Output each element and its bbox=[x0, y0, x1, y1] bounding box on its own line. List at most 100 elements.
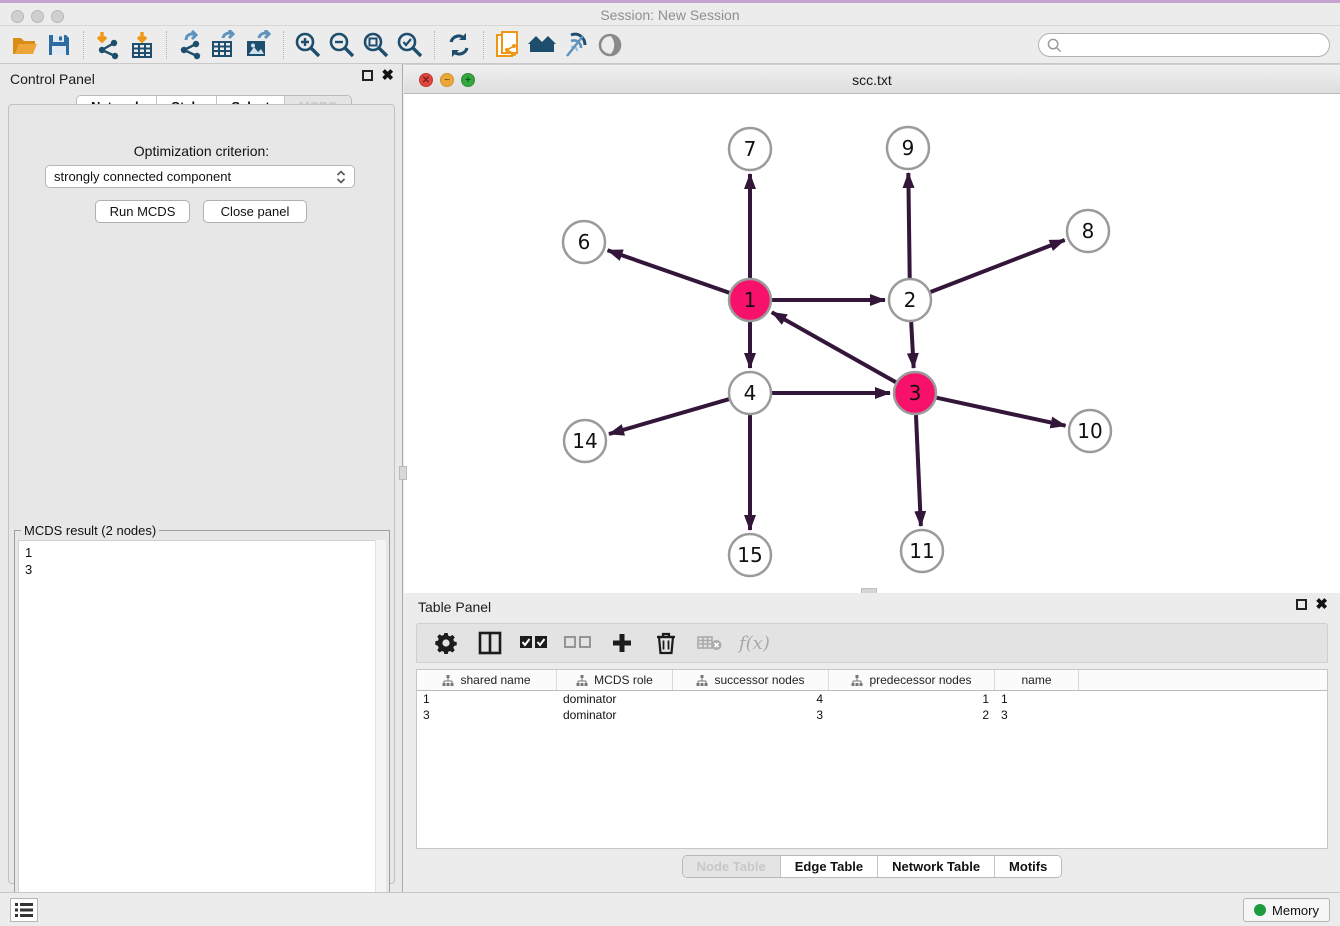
graph-node-label-6: 6 bbox=[578, 230, 591, 254]
table-row[interactable]: 1 dominator 4 1 1 bbox=[417, 691, 1327, 707]
os-titlebar: Session: New Session bbox=[0, 3, 1340, 26]
show-column-panel-icon[interactable] bbox=[475, 628, 505, 658]
graph-node-label-8: 8 bbox=[1082, 219, 1095, 243]
fx-label: f(x) bbox=[739, 633, 770, 654]
graph-node-label-3: 3 bbox=[909, 381, 922, 405]
cell-shared-name[interactable]: 1 bbox=[417, 692, 557, 706]
tab-motifs[interactable]: Motifs bbox=[995, 856, 1061, 877]
control-panel-title: Control Panel bbox=[10, 71, 95, 87]
column-header-shared-name[interactable]: shared name bbox=[417, 670, 557, 690]
zoom-out-icon[interactable] bbox=[325, 29, 359, 61]
column-header-predecessor-nodes[interactable]: predecessor nodes bbox=[829, 670, 995, 690]
close-panel-button[interactable]: Close panel bbox=[203, 200, 307, 223]
column-type-icon bbox=[696, 675, 708, 686]
result-scrollbar[interactable] bbox=[375, 540, 386, 898]
session-title: Session: New Session bbox=[0, 7, 1340, 23]
zoom-fit-icon[interactable] bbox=[359, 29, 393, 61]
graph-node-label-2: 2 bbox=[904, 288, 917, 312]
table-row[interactable]: 3 dominator 3 2 3 bbox=[417, 707, 1327, 723]
tab-edge-table[interactable]: Edge Table bbox=[781, 856, 878, 877]
refresh-layout-icon[interactable] bbox=[442, 29, 476, 61]
delete-table-icon[interactable] bbox=[695, 628, 725, 658]
status-bar: Memory bbox=[0, 892, 1340, 926]
hide-details-icon[interactable] bbox=[559, 29, 593, 61]
column-type-icon bbox=[851, 675, 863, 686]
function-builder-icon[interactable]: f(x) bbox=[739, 628, 770, 658]
cell-name[interactable]: 1 bbox=[995, 692, 1079, 706]
birdseye-view-icon[interactable] bbox=[593, 29, 627, 61]
mcds-result-group: MCDS result (2 nodes) 1 3 bbox=[14, 530, 390, 902]
graph-edge-1-6[interactable] bbox=[608, 250, 730, 292]
close-table-panel-icon[interactable]: ✖ bbox=[1315, 599, 1328, 610]
network-window-title: scc.txt bbox=[404, 72, 1340, 88]
import-network-icon[interactable] bbox=[91, 29, 125, 61]
table-header-row: shared name MCDS role successor nodes pr… bbox=[417, 670, 1327, 691]
close-panel-icon[interactable]: ✖ bbox=[381, 70, 394, 81]
home-view-icon[interactable] bbox=[525, 29, 559, 61]
export-image-icon[interactable] bbox=[242, 29, 276, 61]
column-type-icon bbox=[442, 675, 454, 686]
create-column-plus-icon[interactable] bbox=[607, 628, 637, 658]
cell-shared-name[interactable]: 3 bbox=[417, 708, 557, 722]
application-window: Session: New Session bbox=[0, 0, 1340, 926]
search-input[interactable] bbox=[1062, 35, 1329, 55]
list-icon bbox=[15, 903, 33, 917]
float-panel-icon[interactable] bbox=[362, 70, 373, 81]
criterion-dropdown[interactable]: strongly connected component bbox=[45, 165, 355, 188]
delete-column-trash-icon[interactable] bbox=[651, 628, 681, 658]
graph-edge-3-1[interactable] bbox=[772, 312, 896, 382]
duplicate-network-icon[interactable] bbox=[491, 29, 525, 61]
cell-mcds-role[interactable]: dominator bbox=[557, 708, 673, 722]
vertical-split-handle[interactable] bbox=[399, 466, 407, 480]
tab-node-table[interactable]: Node Table bbox=[683, 856, 781, 877]
export-network-icon[interactable] bbox=[174, 29, 208, 61]
graph-node-label-10: 10 bbox=[1077, 419, 1102, 443]
node-table[interactable]: shared name MCDS role successor nodes pr… bbox=[416, 669, 1328, 849]
network-canvas[interactable]: 7968124314101511 bbox=[404, 94, 1340, 593]
graph-edge-2-9[interactable] bbox=[908, 173, 909, 278]
graph-edge-2-3[interactable] bbox=[911, 322, 913, 368]
table-settings-gear-icon[interactable] bbox=[431, 628, 461, 658]
zoom-in-icon[interactable] bbox=[291, 29, 325, 61]
graph-edge-3-11[interactable] bbox=[916, 415, 921, 526]
select-all-columns-icon[interactable] bbox=[519, 628, 549, 658]
network-window-titlebar: ✕ − + scc.txt bbox=[404, 64, 1340, 94]
graph-edge-2-8[interactable] bbox=[931, 240, 1065, 292]
cell-predecessor-nodes[interactable]: 2 bbox=[829, 708, 995, 722]
cell-predecessor-nodes[interactable]: 1 bbox=[829, 692, 995, 706]
optimization-criterion-label: Optimization criterion: bbox=[9, 143, 394, 159]
cell-name[interactable]: 3 bbox=[995, 708, 1079, 722]
mcds-result-text[interactable]: 1 3 bbox=[18, 540, 386, 898]
float-table-panel-icon[interactable] bbox=[1296, 599, 1307, 610]
open-folder-icon[interactable] bbox=[8, 29, 42, 61]
network-graph: 7968124314101511 bbox=[404, 94, 1340, 593]
cell-mcds-role[interactable]: dominator bbox=[557, 692, 673, 706]
cell-successor-nodes[interactable]: 4 bbox=[673, 692, 829, 706]
zoom-selected-icon[interactable] bbox=[393, 29, 427, 61]
column-header-successor-nodes[interactable]: successor nodes bbox=[673, 670, 829, 690]
chevron-up-down-icon bbox=[336, 169, 346, 185]
column-header-name[interactable]: name bbox=[995, 670, 1079, 690]
run-mcds-button[interactable]: Run MCDS bbox=[95, 200, 190, 223]
memory-label: Memory bbox=[1272, 903, 1319, 918]
graph-edge-3-10[interactable] bbox=[936, 398, 1065, 426]
toolbar-separator bbox=[83, 31, 84, 59]
graph-node-label-15: 15 bbox=[737, 543, 762, 567]
memory-button[interactable]: Memory bbox=[1243, 898, 1330, 922]
graph-node-label-9: 9 bbox=[902, 136, 915, 160]
export-table-icon[interactable] bbox=[208, 29, 242, 61]
cell-successor-nodes[interactable]: 3 bbox=[673, 708, 829, 722]
task-history-button[interactable] bbox=[10, 898, 38, 922]
network-view-window: ✕ − + scc.txt 7968124314101511 bbox=[404, 64, 1340, 593]
graph-edge-4-14[interactable] bbox=[609, 399, 729, 434]
mcds-tab-content: Optimization criterion: strongly connect… bbox=[8, 104, 395, 884]
unselect-all-columns-icon[interactable] bbox=[563, 628, 593, 658]
toolbar-separator bbox=[283, 31, 284, 59]
import-table-icon[interactable] bbox=[125, 29, 159, 61]
control-panel-header: Control Panel ✖ bbox=[0, 64, 402, 92]
save-icon[interactable] bbox=[42, 29, 76, 61]
table-panel-title: Table Panel bbox=[418, 599, 491, 615]
tab-network-table[interactable]: Network Table bbox=[878, 856, 995, 877]
search-box[interactable] bbox=[1038, 33, 1330, 57]
column-header-mcds-role[interactable]: MCDS role bbox=[557, 670, 673, 690]
